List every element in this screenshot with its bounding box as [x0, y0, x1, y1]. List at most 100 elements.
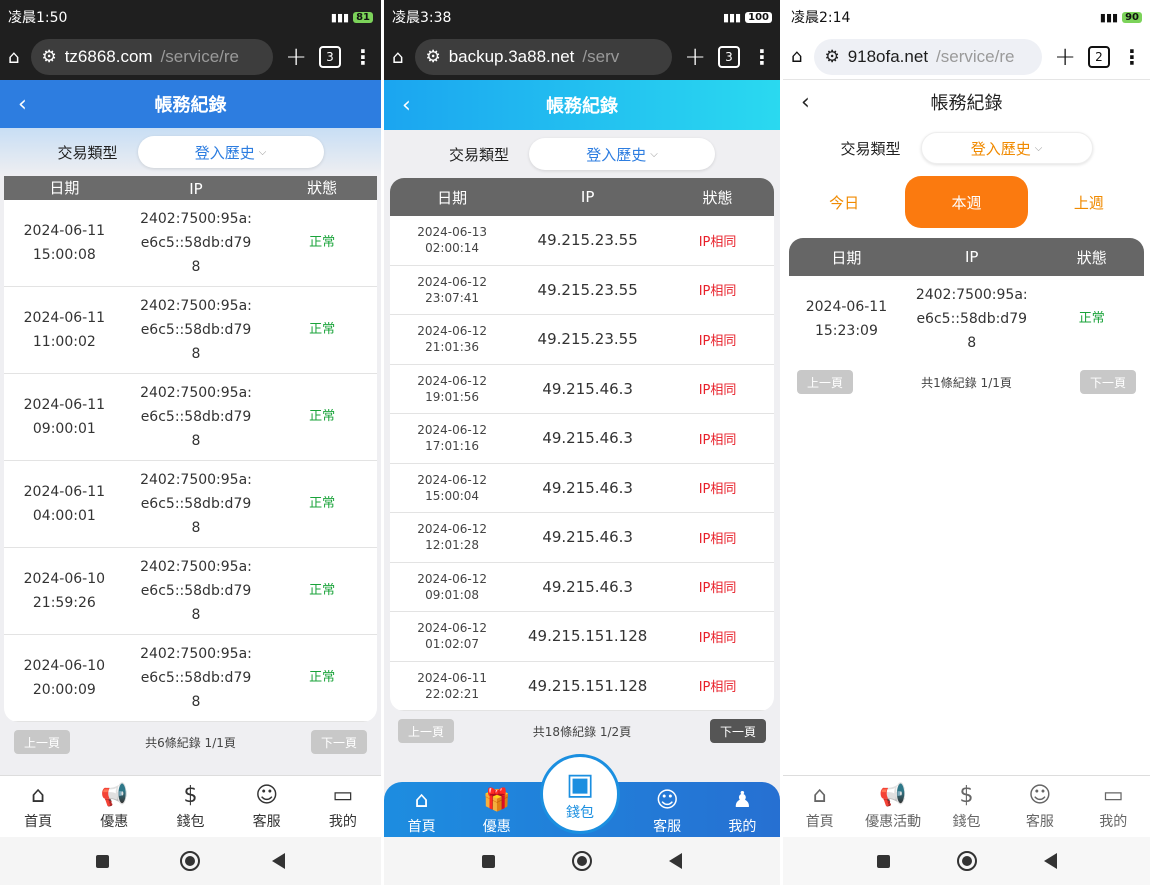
address-bar[interactable]: ⚙ tz6868.com/service/re — [31, 39, 274, 75]
back-nav-icon[interactable] — [668, 853, 682, 869]
android-nav-bar — [0, 837, 381, 885]
headset-icon: ☺ — [255, 782, 279, 808]
recents-icon[interactable] — [482, 854, 496, 868]
next-page-button[interactable]: 下一頁 — [710, 719, 766, 743]
tab-home[interactable]: ⌂ 首頁 — [392, 788, 452, 836]
prev-page-button[interactable]: 上一頁 — [14, 730, 70, 754]
menu-icon[interactable]: ⋮ — [353, 45, 373, 69]
col-status: 狀態 — [702, 188, 733, 207]
tab-support[interactable]: ☺ 客服 — [1010, 783, 1070, 831]
cell-datetime: 2024-06-11 04:00:01 — [23, 484, 106, 524]
back-nav-icon[interactable] — [1043, 853, 1057, 869]
home-icon[interactable]: ⌂ — [8, 47, 19, 68]
tab-home[interactable]: ⌂ 首頁 — [8, 783, 68, 831]
cell-ip: 2402:7500:95a: e6c5::58db:d79 8 — [915, 287, 1028, 351]
chevron-down-icon: ⌵ — [258, 146, 267, 158]
prev-page-button[interactable]: 上一頁 — [797, 370, 853, 394]
browser-toolbar: ⌂ ⚙ 918ofa.net/service/re + 2 ⋮ — [783, 34, 1150, 80]
filter-row: 交易類型 登入歷史 ⌵ — [783, 124, 1150, 172]
tab-wallet[interactable]: $ 錢包 — [936, 783, 996, 831]
tab-promo[interactable]: 📢 優惠 — [84, 783, 144, 831]
col-status: 狀態 — [1076, 248, 1107, 267]
status-bar: 凌晨3:38 ▮▮▮ 100 — [384, 0, 780, 34]
tab-support[interactable]: ☺ 客服 — [637, 788, 697, 836]
next-page-button[interactable]: 下一頁 — [1079, 370, 1136, 394]
period-last-week[interactable]: 上週 — [1028, 176, 1150, 228]
home-button-icon[interactable] — [956, 851, 977, 871]
menu-icon[interactable]: ⋮ — [1122, 45, 1142, 69]
col-date: 日期 — [831, 248, 862, 267]
recents-icon[interactable] — [876, 854, 890, 868]
site-info-icon[interactable]: ⚙ — [824, 47, 839, 67]
tab-mine[interactable]: ▭ 我的 — [1083, 783, 1143, 831]
recents-icon[interactable] — [95, 854, 109, 868]
cell-datetime: 2024-06-12 23:07:41 — [417, 274, 487, 305]
cell-ip: 49.215.46.3 — [542, 429, 633, 448]
site-info-icon[interactable]: ⚙ — [425, 47, 440, 67]
table-row: 2024-06-10 21:59:26 2402:7500:95a: e6c5::58… — [4, 548, 377, 635]
user-icon: ♟ — [732, 788, 753, 813]
period-selector: 今日 本週 上週 — [783, 176, 1150, 228]
tab-support[interactable]: ☺ 客服 — [237, 783, 297, 831]
battery-icon: 81 — [353, 11, 373, 23]
cell-status: IP相同 — [698, 630, 737, 646]
back-icon[interactable]: ‹ — [402, 93, 411, 118]
home-icon[interactable]: ⌂ — [791, 46, 802, 67]
status-bar: 凌晨2:14 ▮▮▮ 90 — [783, 0, 1150, 34]
home-button-icon[interactable] — [180, 851, 201, 871]
chevron-down-icon: ⌵ — [1034, 142, 1043, 154]
new-tab-icon[interactable]: + — [684, 42, 706, 72]
cell-status: 正常 — [309, 496, 336, 511]
new-tab-icon[interactable]: + — [1054, 42, 1076, 72]
megaphone-icon: 📢 — [100, 782, 128, 808]
cell-status: 正常 — [309, 322, 336, 337]
next-page-button[interactable]: 下一頁 — [310, 730, 367, 754]
address-bar[interactable]: ⚙ 918ofa.net/service/re — [814, 38, 1043, 75]
new-tab-icon[interactable]: + — [285, 42, 307, 72]
type-dropdown[interactable]: 登入歷史 ⌵ — [920, 132, 1093, 164]
browser-toolbar: ⌂ ⚙ tz6868.com/service/re + 3 ⋮ — [0, 34, 381, 80]
cell-ip: 49.215.151.128 — [528, 627, 648, 646]
home-button-icon[interactable] — [571, 851, 592, 871]
bottom-tab-bar: ⌂ 首頁 🎁 優惠 ☺ 客服 ♟ 我的 ▣ 錢包 — [384, 754, 780, 842]
tab-promo[interactable]: 📢 優惠活動 — [863, 783, 923, 831]
menu-icon[interactable]: ⋮ — [752, 45, 772, 69]
page-title: 帳務紀錄 — [930, 93, 1003, 114]
tab-home[interactable]: ⌂ 首頁 — [790, 783, 850, 831]
prev-page-button[interactable]: 上一頁 — [398, 719, 454, 743]
back-nav-icon[interactable] — [272, 853, 286, 869]
tab-label: 優惠 — [100, 813, 129, 830]
period-today[interactable]: 今日 — [783, 176, 905, 228]
cell-datetime: 2024-06-12 15:00:04 — [417, 472, 487, 503]
back-icon[interactable]: ‹ — [801, 90, 810, 115]
table-header: 日期 IP 狀態 — [4, 176, 377, 200]
app-header: ‹ 帳務紀錄 — [384, 80, 780, 130]
cell-ip: 2402:7500:95a: e6c5::58db:d79 8 — [140, 298, 252, 362]
tab-count-button[interactable]: 2 — [1088, 45, 1110, 68]
cell-status: 正常 — [309, 409, 336, 424]
home-icon[interactable]: ⌂ — [392, 47, 403, 68]
dropdown-value: 登入歷史 — [194, 143, 255, 162]
login-history-table: 日期 IP 狀態 2024-06-13 02:00:14 49.215.23.55 I… — [390, 178, 774, 711]
filter-row: 交易類型 登入歷史 ⌵ — [0, 128, 381, 176]
type-dropdown[interactable]: 登入歷史 ⌵ — [137, 136, 324, 168]
type-dropdown[interactable]: 登入歷史 ⌵ — [529, 138, 715, 170]
site-info-icon[interactable]: ⚙ — [41, 47, 56, 67]
tab-label: 錢包 — [176, 813, 205, 830]
back-icon[interactable]: ‹ — [18, 92, 27, 117]
tab-count-button[interactable]: 3 — [718, 46, 740, 68]
tab-wallet[interactable]: ▣ 錢包 — [540, 754, 620, 834]
cell-ip: 2402:7500:95a: e6c5::58db:d79 8 — [140, 385, 252, 449]
address-bar[interactable]: ⚙ backup.3a88.net/serv — [415, 39, 673, 75]
tab-count-button[interactable]: 3 — [319, 46, 341, 68]
cell-ip: 49.215.46.3 — [542, 478, 633, 497]
tab-mine[interactable]: ▭ 我的 — [313, 783, 373, 831]
tab-wallet[interactable]: $ 錢包 — [160, 783, 220, 831]
period-this-week[interactable]: 本週 — [905, 176, 1028, 228]
browser-toolbar: ⌂ ⚙ backup.3a88.net/serv + 3 ⋮ — [384, 34, 780, 80]
tab-label: 優惠活動 — [865, 813, 922, 830]
cell-ip: 49.215.151.128 — [528, 676, 648, 695]
tab-mine[interactable]: ♟ 我的 — [712, 788, 772, 836]
table-row: 2024-06-13 02:00:14 49.215.23.55 IP相同 — [390, 216, 774, 266]
tab-promo[interactable]: 🎁 優惠 — [467, 788, 527, 836]
